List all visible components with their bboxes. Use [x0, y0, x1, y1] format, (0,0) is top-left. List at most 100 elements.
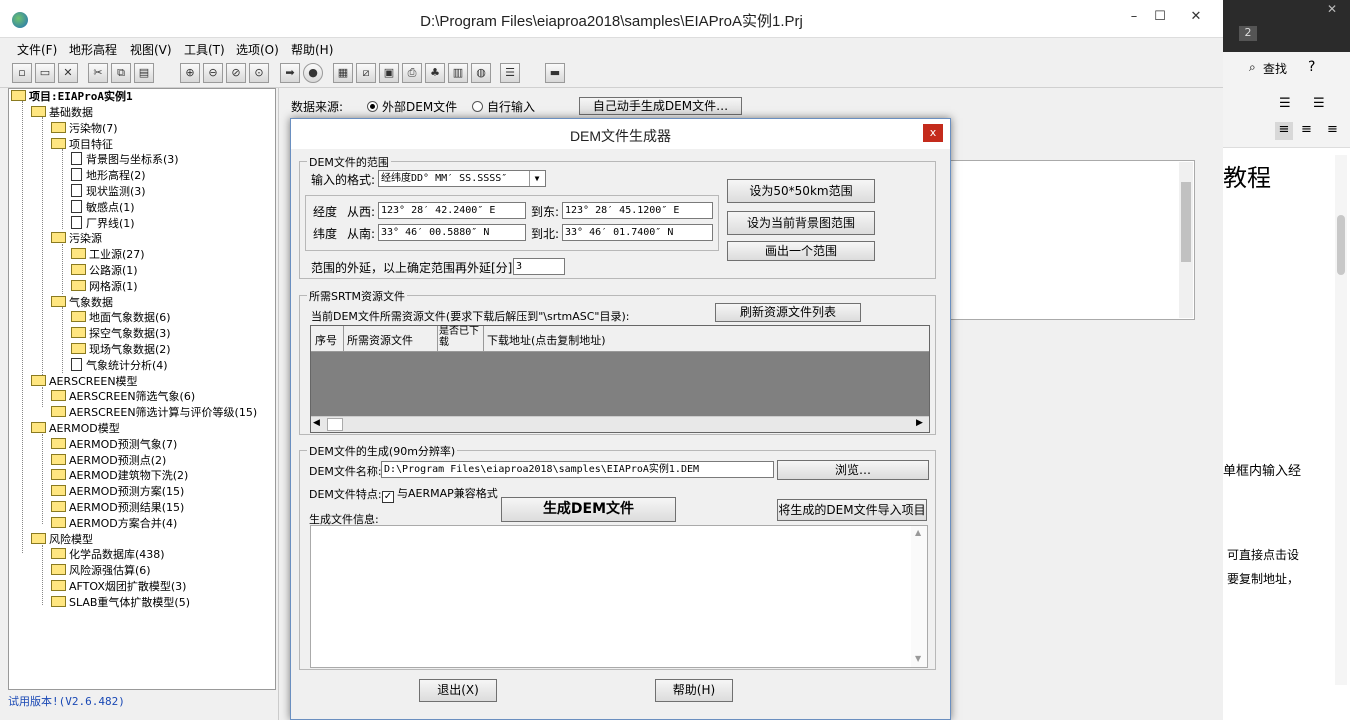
tree-node[interactable]: AERSCREEN筛选气象(6): [51, 389, 195, 405]
col-download-url[interactable]: 下载地址(点击复制地址): [487, 332, 606, 348]
globe-icon[interactable]: ◍: [471, 63, 491, 83]
textarea-vscrollbar[interactable]: ▲ ▼: [911, 526, 927, 667]
tree-node[interactable]: AERMOD预测点(2): [51, 453, 166, 469]
image-icon[interactable]: ▥: [448, 63, 468, 83]
tree-node[interactable]: 公路源(1): [71, 263, 138, 279]
tree-node[interactable]: 项目特征: [51, 137, 113, 153]
stop-icon[interactable]: ●: [303, 63, 323, 83]
extend-input[interactable]: 3: [513, 258, 565, 275]
south-input[interactable]: 33° 46′ 00.5880″ N: [378, 224, 526, 241]
tree-node[interactable]: AERMOD方案合并(4): [51, 516, 177, 532]
tree-node[interactable]: 厂界线(1): [71, 215, 135, 232]
tree-node[interactable]: 地形高程(2): [71, 168, 146, 184]
dem-name-input[interactable]: D:\Program Files\eiaproa2018\samples\EIA…: [381, 461, 774, 478]
resource-table[interactable]: 序号 所需资源文件 是否已下载 下载地址(点击复制地址) ◀ ▶: [310, 325, 930, 433]
tree-root[interactable]: 项目:EIAProA实例1: [11, 89, 133, 105]
tree-node[interactable]: 气象数据: [51, 295, 113, 311]
set-background-range-button[interactable]: 设为当前背景图范围: [727, 211, 875, 235]
tree-node[interactable]: AERMOD模型: [31, 421, 120, 437]
chart-icon[interactable]: ⧄: [356, 63, 376, 83]
background-text-area[interactable]: [949, 160, 1195, 320]
list-number-icon[interactable]: ☰: [1313, 96, 1325, 111]
tree-icon[interactable]: ♣: [425, 63, 445, 83]
zoom-in-icon[interactable]: ⊕: [180, 63, 200, 83]
format-select[interactable]: 经纬度DD° MM′ SS.SSSS″ ▼: [378, 170, 546, 187]
map-icon[interactable]: ▬: [545, 63, 565, 83]
tree-node[interactable]: AERMOD预测气象(7): [51, 437, 177, 453]
tree-node[interactable]: 敏感点(1): [71, 199, 135, 216]
tree-node[interactable]: 现状监测(3): [71, 184, 146, 200]
gen-info-textarea[interactable]: ▲ ▼: [310, 525, 928, 668]
help-button[interactable]: 帮助(H): [655, 679, 733, 702]
scroll-right-icon[interactable]: ▶: [916, 418, 923, 428]
draw-range-button[interactable]: 画出一个范围: [727, 241, 875, 261]
delete-icon[interactable]: ✕: [58, 63, 78, 83]
tree-node[interactable]: 化学品数据库(438): [51, 547, 165, 563]
generate-dem-diy-button[interactable]: 自己动手生成DEM文件…: [579, 97, 742, 115]
align-right-icon[interactable]: ≡: [1327, 122, 1338, 137]
refresh-resource-button[interactable]: 刷新资源文件列表: [715, 303, 861, 322]
properties-icon[interactable]: ☰: [500, 63, 520, 83]
menu-options[interactable]: 选项(O): [236, 41, 279, 58]
side-badge[interactable]: 2: [1239, 26, 1257, 41]
tree-node[interactable]: 气象统计分析(4): [71, 357, 168, 374]
scroll-left-icon[interactable]: ◀: [313, 418, 320, 428]
tree-node[interactable]: SLAB重气体扩散模型(5): [51, 595, 190, 611]
tree-node[interactable]: 网格源(1): [71, 279, 138, 295]
copy-icon[interactable]: ⧉: [111, 63, 131, 83]
paste-icon[interactable]: ▤: [134, 63, 154, 83]
menu-file[interactable]: 文件(F): [17, 41, 57, 58]
tree-node[interactable]: 探空气象数据(3): [71, 326, 171, 342]
side-search-label[interactable]: 查找: [1263, 60, 1287, 77]
radio-external-dem-dot[interactable]: [367, 101, 378, 112]
close-button[interactable]: ✕: [1176, 6, 1216, 28]
menu-help[interactable]: 帮助(H): [291, 41, 333, 58]
menu-tools[interactable]: 工具(T): [184, 41, 225, 58]
set-50km-button[interactable]: 设为50*50km范围: [727, 179, 875, 203]
run-arrow-icon[interactable]: ➡: [280, 63, 300, 83]
north-input[interactable]: 33° 46′ 01.7400″ N: [562, 224, 713, 241]
radio-manual-input[interactable]: 自行输入: [472, 98, 535, 115]
grid-icon[interactable]: ▦: [333, 63, 353, 83]
tree-node[interactable]: AERSCREEN模型: [31, 374, 138, 390]
west-input[interactable]: 123° 28′ 42.2400″ E: [378, 202, 526, 219]
background-scrollbar[interactable]: [1179, 162, 1193, 318]
table-hscrollbar[interactable]: ◀ ▶: [311, 416, 929, 432]
generate-dem-button[interactable]: 生成DEM文件: [501, 497, 676, 522]
monitor-icon[interactable]: ▣: [379, 63, 399, 83]
exit-button[interactable]: 退出(X): [419, 679, 497, 702]
east-input[interactable]: 123° 28′ 45.1200″ E: [562, 202, 713, 219]
col-resource-file[interactable]: 所需资源文件: [347, 332, 413, 348]
dialog-close-button[interactable]: x: [923, 124, 943, 142]
import-dem-button[interactable]: 将生成的DEM文件导入项目: [777, 499, 927, 521]
chevron-down-icon[interactable]: ▼: [529, 171, 544, 186]
tree-node[interactable]: AERMOD预测结果(15): [51, 500, 184, 516]
zoom-out-icon[interactable]: ⊖: [203, 63, 223, 83]
col-index[interactable]: 序号: [315, 332, 337, 348]
tree-node[interactable]: 现场气象数据(2): [71, 342, 171, 358]
tree-node[interactable]: 基础数据: [31, 105, 93, 121]
cut-icon[interactable]: ✂: [88, 63, 108, 83]
browse-button[interactable]: 浏览…: [777, 460, 929, 480]
radio-manual-input-dot[interactable]: [472, 101, 483, 112]
tree-node[interactable]: AERMOD建筑物下洗(2): [51, 468, 188, 484]
radio-external-dem[interactable]: 外部DEM文件: [367, 98, 457, 115]
project-tree[interactable]: 项目:EIAProA实例1 基础数据 污染物(7) 项目特征 背景图与坐标系(3) 地形高…: [8, 88, 276, 690]
tree-node[interactable]: 工业源(27): [71, 247, 145, 263]
zoom-extent-icon[interactable]: ⊙: [249, 63, 269, 83]
tree-node[interactable]: 背景图与坐标系(3): [71, 152, 179, 168]
maximize-button[interactable]: ☐: [1140, 6, 1180, 28]
checkbox-checked-icon[interactable]: ✓: [382, 491, 394, 503]
align-left-icon[interactable]: ≡: [1275, 122, 1293, 140]
tree-node[interactable]: 风险源强估算(6): [51, 563, 151, 579]
tree-node[interactable]: AFTOX烟团扩散模型(3): [51, 579, 186, 595]
side-vscrollbar[interactable]: [1335, 155, 1347, 685]
col-downloaded[interactable]: 是否已下载: [439, 326, 481, 348]
menu-terrain[interactable]: 地形高程: [69, 41, 117, 58]
tree-node[interactable]: 风险模型: [31, 532, 93, 548]
tree-node[interactable]: 地面气象数据(6): [71, 310, 171, 326]
help-icon[interactable]: ?: [1308, 59, 1315, 75]
zoom-window-icon[interactable]: ⊘: [226, 63, 246, 83]
open-folder-icon[interactable]: ▭: [35, 63, 55, 83]
new-file-icon[interactable]: ▫: [12, 63, 32, 83]
